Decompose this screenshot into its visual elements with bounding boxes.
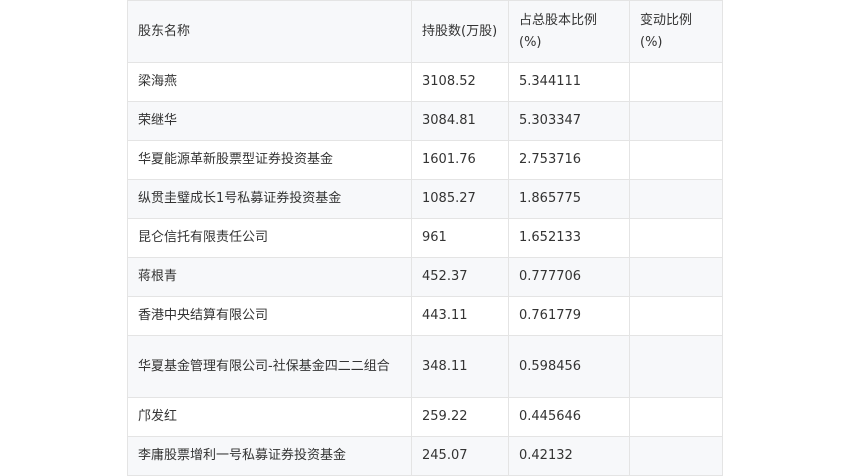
- cell-name: 华夏能源革新股票型证券投资基金: [127, 140, 412, 180]
- cell-name: 纵贯圭璧成长1号私募证券投资基金: [127, 179, 412, 219]
- cell-name: 荣继华: [127, 101, 412, 141]
- cell-change: [629, 140, 723, 180]
- cell-change: [629, 62, 723, 102]
- table-row: 蒋根青 452.37 0.777706: [127, 257, 723, 297]
- table-row: 昆仑信托有限责任公司 961 1.652133: [127, 218, 723, 258]
- header-change: 变动比例(%): [629, 0, 723, 63]
- table-row: 梁海燕 3108.52 5.344111: [127, 62, 723, 102]
- cell-change: [629, 436, 723, 476]
- cell-shares: 259.22: [411, 397, 509, 437]
- cell-change: [629, 257, 723, 297]
- cell-ratio: 5.344111: [508, 62, 630, 102]
- cell-shares: 3084.81: [411, 101, 509, 141]
- cell-change: [629, 101, 723, 141]
- cell-name: 华夏基金管理有限公司-社保基金四二二组合: [127, 335, 412, 398]
- cell-shares: 452.37: [411, 257, 509, 297]
- header-ratio: 占总股本比例(%): [508, 0, 630, 63]
- cell-ratio: 0.445646: [508, 397, 630, 437]
- cell-ratio: 0.761779: [508, 296, 630, 336]
- cell-name: 蒋根青: [127, 257, 412, 297]
- cell-ratio: 1.865775: [508, 179, 630, 219]
- table-row: 华夏能源革新股票型证券投资基金 1601.76 2.753716: [127, 140, 723, 180]
- cell-ratio: 5.303347: [508, 101, 630, 141]
- cell-shares: 961: [411, 218, 509, 258]
- header-shareholder-name: 股东名称: [127, 0, 412, 63]
- table-row: 李庸股票增利一号私募证券投资基金 245.07 0.42132: [127, 436, 723, 476]
- cell-change: [629, 296, 723, 336]
- table-row: 香港中央结算有限公司 443.11 0.761779: [127, 296, 723, 336]
- cell-ratio: 2.753716: [508, 140, 630, 180]
- cell-name: 邝发红: [127, 397, 412, 437]
- cell-ratio: 1.652133: [508, 218, 630, 258]
- shareholder-table-container: 股东名称 持股数(万股) 占总股本比例(%) 变动比例(%) 梁海燕 3108.…: [127, 0, 723, 476]
- cell-ratio: 0.42132: [508, 436, 630, 476]
- cell-name: 李庸股票增利一号私募证券投资基金: [127, 436, 412, 476]
- table-row: 纵贯圭璧成长1号私募证券投资基金 1085.27 1.865775: [127, 179, 723, 219]
- cell-change: [629, 218, 723, 258]
- cell-shares: 1085.27: [411, 179, 509, 219]
- cell-change: [629, 397, 723, 437]
- cell-ratio: 0.777706: [508, 257, 630, 297]
- cell-name: 昆仑信托有限责任公司: [127, 218, 412, 258]
- cell-change: [629, 179, 723, 219]
- cell-shares: 245.07: [411, 436, 509, 476]
- table-row: 华夏基金管理有限公司-社保基金四二二组合 348.11 0.598456: [127, 335, 723, 398]
- table-row: 荣继华 3084.81 5.303347: [127, 101, 723, 141]
- cell-shares: 1601.76: [411, 140, 509, 180]
- shareholder-table: 股东名称 持股数(万股) 占总股本比例(%) 变动比例(%) 梁海燕 3108.…: [127, 0, 723, 476]
- cell-change: [629, 335, 723, 398]
- table-header-row: 股东名称 持股数(万股) 占总股本比例(%) 变动比例(%): [127, 0, 723, 63]
- cell-shares: 348.11: [411, 335, 509, 398]
- cell-name: 香港中央结算有限公司: [127, 296, 412, 336]
- header-shares: 持股数(万股): [411, 0, 509, 63]
- cell-shares: 3108.52: [411, 62, 509, 102]
- cell-ratio: 0.598456: [508, 335, 630, 398]
- table-row: 邝发红 259.22 0.445646: [127, 397, 723, 437]
- cell-name: 梁海燕: [127, 62, 412, 102]
- cell-shares: 443.11: [411, 296, 509, 336]
